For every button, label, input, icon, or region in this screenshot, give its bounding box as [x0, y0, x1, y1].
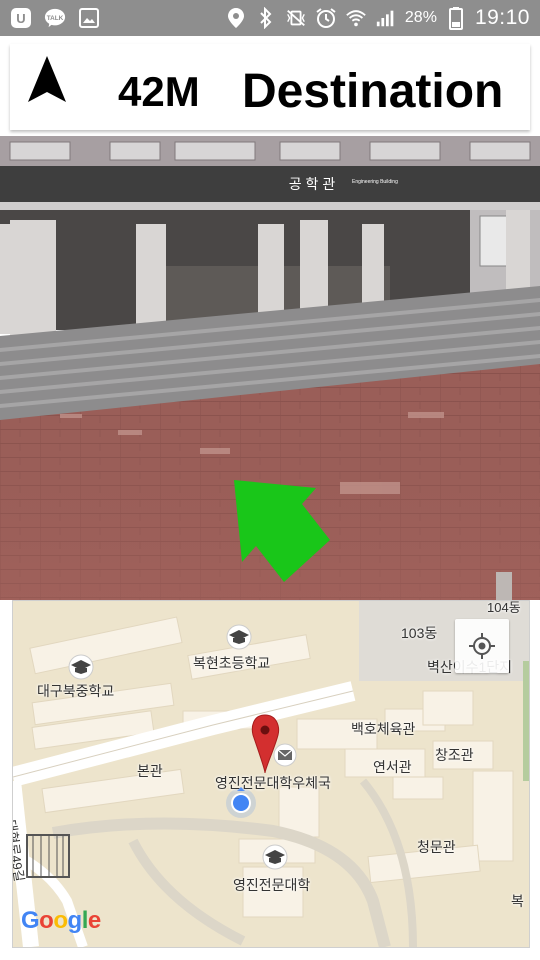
my-location-button[interactable] [455, 619, 509, 673]
camera-view: 공 학 관 Engineering Building [0, 136, 540, 600]
alarm-icon [315, 7, 337, 29]
map-label-dong103: 103동 [401, 625, 438, 641]
distance-label: 42M [118, 68, 200, 115]
vibrate-off-icon [285, 7, 307, 29]
map-label-baekho-gym: 백호체육관 [351, 721, 416, 737]
map-label-yeonseo-hall: 연서관 [373, 759, 412, 775]
map-label-changjo-hall: 창조관 [435, 747, 474, 763]
crosshair-icon [469, 633, 495, 659]
map-label-post-office: 영진전문대학우체국 [215, 775, 331, 791]
school-icon [68, 654, 94, 680]
school-icon [262, 844, 288, 870]
map-label-yeongjin-college: 영진전문대학 [233, 877, 311, 893]
north-arrow-icon [28, 56, 66, 102]
status-bar: U TALK 28% 19:10 [0, 0, 540, 36]
kakaotalk-icon: TALK [44, 7, 66, 29]
map-view[interactable]: 103동 104동 복현초등학교 대구북중학교 벽산이수1단지 백호체육관 창조… [12, 600, 530, 948]
google-logo: Google [21, 907, 101, 935]
talk-label: TALK [47, 15, 64, 22]
building-sign-en: Engineering Building [352, 179, 398, 185]
battery-icon [445, 7, 467, 30]
bluetooth-icon [255, 7, 277, 29]
u-plus-icon: U [10, 7, 32, 29]
google-logo-letter: o [39, 907, 54, 934]
map-label-dong104: 104동 [487, 600, 521, 615]
google-logo-letter: o [53, 907, 68, 934]
map-label-daegu-middle-school: 대구북중학교 [37, 683, 115, 699]
google-logo-letter: e [87, 907, 101, 934]
building-sign: 공 학 관 [289, 176, 336, 192]
gallery-icon [78, 7, 100, 29]
destination-label: Destination [242, 65, 504, 118]
map-label-buk: 복 [511, 893, 524, 909]
location-icon [225, 7, 247, 29]
navigation-header: 42M Destination [10, 44, 530, 130]
clock: 19:10 [474, 6, 530, 29]
google-logo-letter: G [21, 907, 40, 934]
svg-text:U: U [16, 11, 25, 26]
battery-percentage: 28% [404, 9, 437, 26]
post-office-icon [273, 743, 297, 767]
camera-scene: 공 학 관 Engineering Building [0, 136, 540, 600]
google-logo-letter: g [67, 907, 83, 934]
school-icon [226, 624, 252, 650]
map-label-cheongmun-hall: 청문관 [417, 839, 456, 855]
wifi-icon [345, 7, 367, 29]
map-label-main-building: 본관 [137, 763, 163, 779]
signal-icon [375, 7, 397, 29]
map-label-bukhyun-school: 복현초등학교 [193, 655, 271, 671]
